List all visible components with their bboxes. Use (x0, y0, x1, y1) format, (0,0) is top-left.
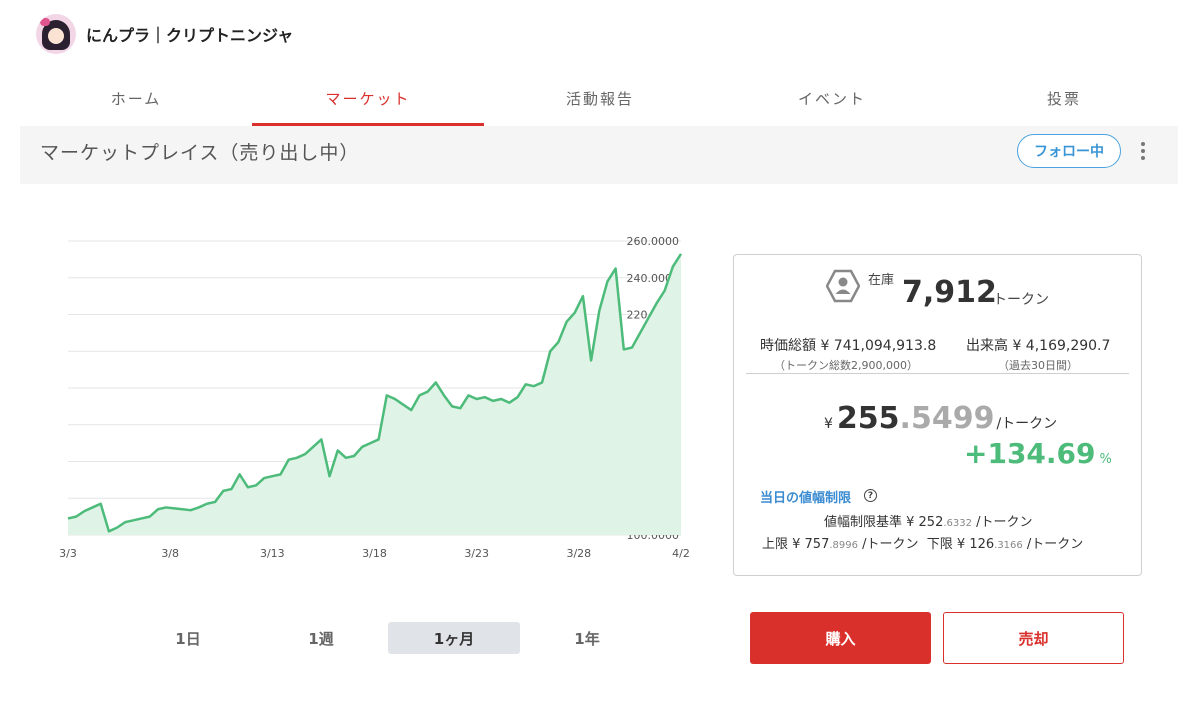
range-1-month[interactable]: 1ヶ月 (388, 622, 520, 654)
upper-limit-unit: /トークン (858, 537, 919, 552)
stock-label: 在庫 (868, 273, 895, 288)
price-change-value: +134.69 (964, 437, 1096, 470)
market-cap: 時価総額 ¥ 741,094,913.8 (760, 338, 937, 354)
range-1-day[interactable]: 1日 (122, 622, 254, 654)
range-1-year[interactable]: 1年 (521, 622, 653, 654)
price-limit-base: 値幅制限基準 ¥ 252.6332 /トークン (824, 511, 1033, 530)
tab-market[interactable]: マーケット (252, 70, 484, 126)
price-limit-base-decimal: .6332 (943, 518, 972, 529)
x-tick-label: 3/28 (566, 547, 591, 560)
range-1-week[interactable]: 1週 (255, 622, 387, 654)
upper-limit-decimal: .8996 (829, 540, 858, 551)
price-change-unit: % (1099, 452, 1112, 467)
token-info-card: 在庫 7,912 トークン 時価総額 ¥ 741,094,913.8 （トークン… (733, 254, 1142, 576)
x-tick-label: 4/2 (672, 547, 690, 560)
x-tick-label: 3/23 (464, 547, 489, 560)
inventory-icon (826, 269, 860, 303)
buy-button[interactable]: 購入 (750, 612, 931, 664)
page-title: マーケットプレイス（売り出し中） (40, 142, 360, 164)
stock-value: 7,912 (902, 275, 997, 310)
x-tick-label: 3/13 (260, 547, 285, 560)
lower-limit-unit: /トークン (1022, 537, 1084, 552)
current-price: ¥255.5499/トークン (824, 401, 1057, 436)
price-limit-base-unit: /トークン (972, 515, 1033, 530)
price-area (68, 253, 681, 536)
y-tick-label: 260.0000 (627, 235, 680, 248)
tab-home[interactable]: ホーム (20, 70, 252, 126)
x-tick-label: 3/8 (161, 547, 179, 560)
tab-events[interactable]: イベント (716, 70, 948, 126)
range-selector: 1日 1週 1ヶ月 1年 (122, 622, 600, 654)
app-title: にんプラ｜クリプトニンジャ (86, 26, 294, 45)
stock-unit: トークン (993, 292, 1049, 308)
price-limit-base-value: 値幅制限基準 ¥ 252 (824, 515, 944, 530)
divider (746, 373, 1129, 374)
market-cap-note: （トークン総数2,900,000） (774, 359, 918, 372)
upper-limit-value: 上限 ¥ 757 (762, 537, 830, 552)
lower-limit-decimal: .3166 (994, 540, 1023, 551)
price-unit: /トークン (996, 416, 1058, 432)
tab-activity-report[interactable]: 活動報告 (484, 70, 716, 126)
price-chart: 100.0000120.0000140.0000160.0000180.0000… (40, 225, 720, 570)
price-integer: 255 (836, 401, 900, 436)
sell-button[interactable]: 売却 (943, 612, 1124, 664)
help-icon[interactable]: ? (864, 489, 877, 502)
follow-button[interactable]: フォロー中 (1017, 134, 1121, 168)
price-chart-svg: 100.0000120.0000140.0000160.0000180.0000… (59, 235, 690, 560)
price-decimal: .5499 (899, 401, 995, 436)
x-tick-label: 3/18 (362, 547, 387, 560)
more-options-icon[interactable] (1137, 138, 1149, 164)
currency-symbol: ¥ (824, 416, 833, 432)
price-change: +134.69% (964, 437, 1112, 470)
x-tick-label: 3/3 (59, 547, 77, 560)
avatar[interactable] (36, 14, 76, 54)
lower-limit-value: 下限 ¥ 126 (926, 537, 995, 552)
price-limit-title[interactable]: 当日の値幅制限 (760, 487, 851, 506)
app-header: にんプラ｜クリプトニンジャ (36, 14, 293, 54)
trading-volume-note: （過去30日間） (998, 359, 1078, 372)
marketplace-header: マーケットプレイス（売り出し中） フォロー中 (20, 126, 1178, 184)
trading-volume: 出来高 ¥ 4,169,290.7 (966, 338, 1111, 354)
price-limit-range: 上限 ¥ 757.8996 /トークン 下限 ¥ 126.3166 /トークン (762, 533, 1083, 552)
tab-vote[interactable]: 投票 (948, 70, 1180, 126)
main-tabs: ホーム マーケット 活動報告 イベント 投票 (20, 70, 1180, 126)
